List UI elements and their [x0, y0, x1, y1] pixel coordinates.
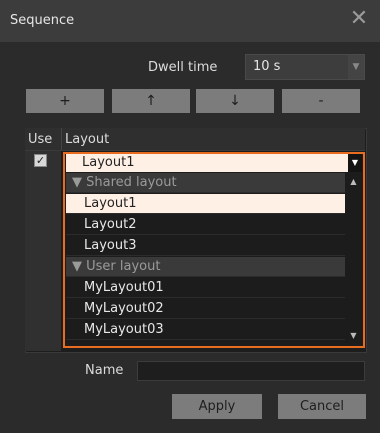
move-down-button[interactable]: ↓: [196, 89, 274, 113]
window-title: Sequence: [10, 13, 75, 28]
dropdown-highlight: [63, 152, 365, 348]
remove-button[interactable]: -: [282, 89, 360, 113]
header-layout: Layout: [65, 132, 110, 147]
header-divider: [61, 128, 62, 150]
dwell-time-label: Dwell time: [148, 60, 218, 75]
use-checkbox[interactable]: ✓: [34, 154, 47, 167]
dwell-time-select[interactable]: 10 s ▼: [245, 54, 365, 80]
header-use: Use: [28, 132, 53, 147]
close-icon[interactable]: ✕: [348, 8, 370, 30]
use-column: [25, 150, 61, 351]
add-button[interactable]: +: [26, 89, 104, 113]
name-input[interactable]: [137, 361, 365, 381]
apply-button[interactable]: Apply: [172, 394, 262, 419]
cancel-button[interactable]: Cancel: [278, 394, 366, 419]
sequence-dialog: Sequence ✕ Dwell time 10 s ▼ + ↑ ↓ - Use…: [0, 0, 380, 433]
title-bar: Sequence ✕: [0, 0, 380, 42]
chevron-down-icon[interactable]: ▼: [348, 55, 364, 79]
dwell-time-value: 10 s: [253, 59, 281, 74]
sequence-toolbar: + ↑ ↓ -: [26, 89, 363, 113]
move-up-button[interactable]: ↑: [112, 89, 190, 113]
name-label: Name: [85, 363, 124, 378]
table-header: Use Layout: [25, 128, 365, 151]
